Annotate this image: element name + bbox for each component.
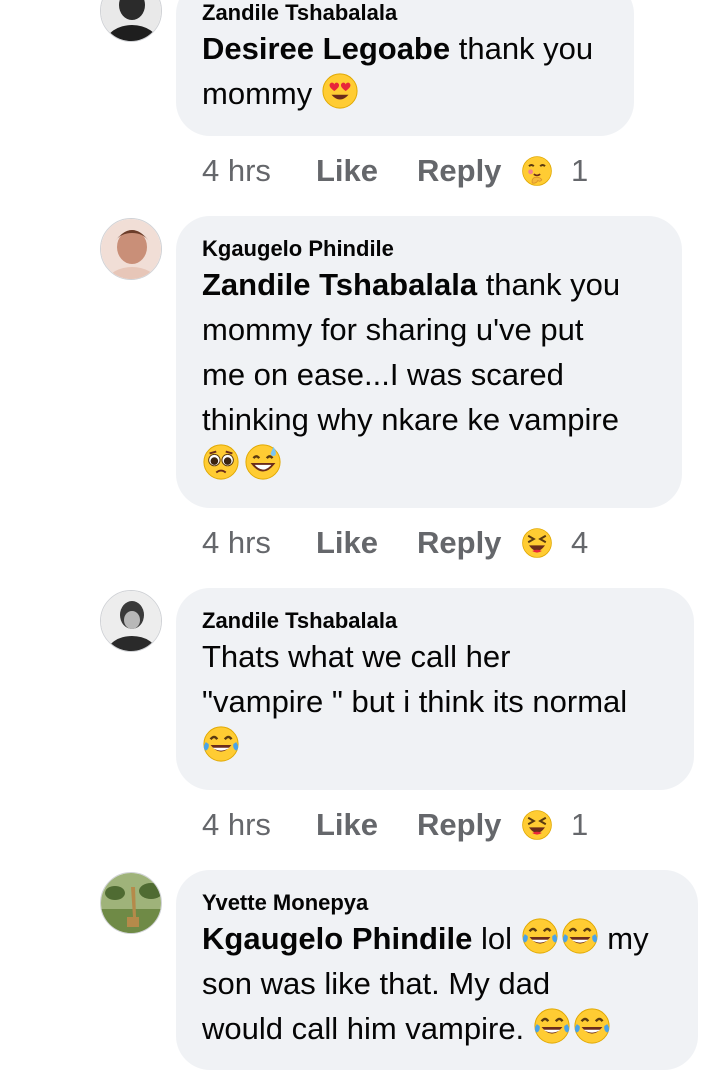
heart-eyes-emoji — [321, 72, 359, 110]
like-button[interactable]: Like — [316, 807, 417, 843]
tears-of-joy-emoji — [561, 917, 599, 955]
laughing-squint-icon[interactable] — [521, 527, 553, 559]
reply-button[interactable]: Reply — [417, 807, 521, 843]
pleading-face-emoji — [202, 443, 240, 481]
mention-link[interactable]: Zandile Tshabalala — [202, 267, 477, 302]
reaction-count[interactable]: 4 — [571, 525, 588, 561]
avatar[interactable] — [100, 218, 162, 280]
like-button[interactable]: Like — [316, 153, 417, 189]
comment-timestamp[interactable]: 4 hrs — [202, 807, 316, 843]
reaction-count[interactable]: 1 — [571, 807, 588, 843]
reaction-count[interactable]: 1 — [571, 153, 588, 189]
comment-text: Kgaugelo Phindile lol my son was like th… — [202, 916, 672, 1051]
tears-of-joy-emoji — [533, 1007, 571, 1045]
comment-author[interactable]: Kgaugelo Phindile — [202, 236, 656, 262]
reply-button[interactable]: Reply — [417, 525, 521, 561]
comment-author[interactable]: Yvette Monepya — [202, 890, 672, 916]
comment-author[interactable]: Zandile Tshabalala — [202, 0, 608, 26]
comment-text: Zandile Tshabalala thank you mommy for s… — [202, 262, 656, 487]
comment-text: Desiree Legoabe thank you mommy — [202, 31, 594, 111]
comment-actions: 4 hrs Like Reply 4 — [202, 523, 588, 563]
laughing-squint-icon[interactable] — [521, 809, 553, 841]
like-button[interactable]: Like — [316, 525, 417, 561]
reply-button[interactable]: Reply — [417, 153, 521, 189]
avatar[interactable] — [100, 590, 162, 652]
tears-of-joy-emoji — [573, 1007, 611, 1045]
mention-link[interactable]: Desiree Legoabe — [202, 31, 450, 66]
comment-actions: 4 hrs Like Reply 1 — [202, 151, 588, 191]
comment-author[interactable]: Zandile Tshabalala — [202, 608, 668, 634]
avatar[interactable] — [100, 872, 162, 934]
mention-link[interactable]: Kgaugelo Phindile — [202, 921, 472, 956]
comment-timestamp[interactable]: 4 hrs — [202, 525, 316, 561]
hugging-face-icon[interactable] — [521, 155, 553, 187]
avatar[interactable] — [100, 0, 162, 42]
comment-bubble[interactable]: Zandile Tshabalala Thats what we call he… — [176, 588, 694, 790]
tears-of-joy-emoji — [521, 917, 559, 955]
tears-of-joy-emoji — [202, 725, 240, 763]
grinning-sweat-emoji — [244, 443, 282, 481]
comment-bubble[interactable]: Yvette Monepya Kgaugelo Phindile lol my … — [176, 870, 698, 1070]
comment-text: Thats what we call her "vampire " but i … — [202, 634, 668, 769]
comment-bubble[interactable]: Kgaugelo Phindile Zandile Tshabalala tha… — [176, 216, 682, 508]
comment-timestamp[interactable]: 4 hrs — [202, 153, 316, 189]
comment-bubble[interactable]: Zandile Tshabalala Desiree Legoabe thank… — [176, 0, 634, 136]
comment-actions: 4 hrs Like Reply 1 — [202, 805, 588, 845]
